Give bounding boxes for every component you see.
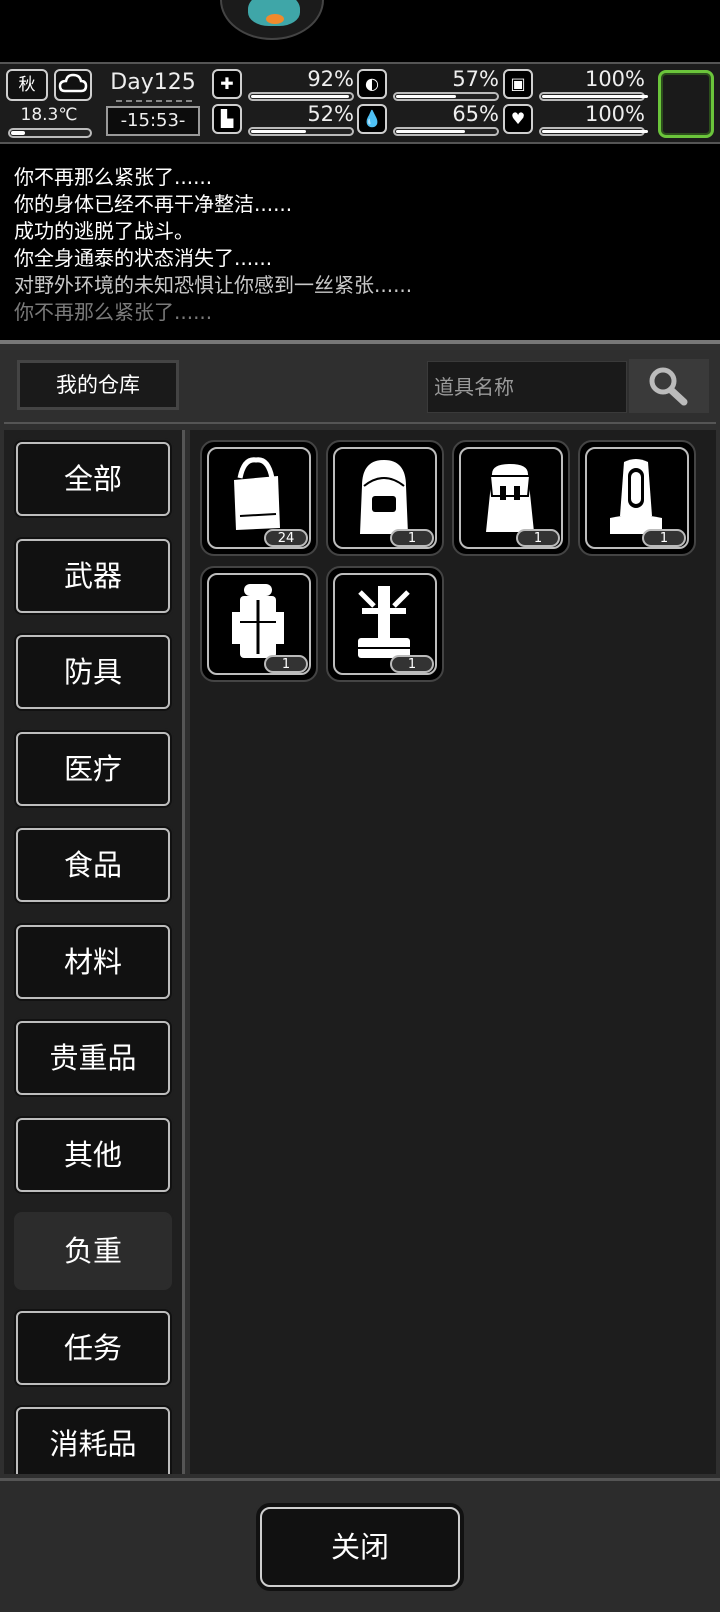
time-display: -15:53- [106,100,200,136]
stat-value: 100% [584,102,645,126]
category-button[interactable]: 全部 [12,438,174,520]
pill-icon: ▣ [503,69,533,99]
temperature-bar [8,128,92,138]
stat-bar [539,92,648,101]
character-avatar-icon[interactable] [220,0,324,40]
stat-pill: ▣ 100% [503,67,648,103]
stat-bar [248,127,354,136]
log-line: 你不再那么紧张了...... [14,165,213,189]
stat-value: 92% [307,67,354,91]
stat-value: 52% [307,102,354,126]
item-slot[interactable]: 1 [452,440,570,556]
storage-header: 我的仓库 [4,348,716,424]
stat-water-drop: 💧 65% [357,102,499,138]
season-icon: 秋 [6,69,48,101]
item-slot[interactable]: 1 [200,566,318,682]
log-line: 你的身体已经不再干净整洁...... [14,192,293,216]
search-icon [649,367,688,406]
item-count-badge: 1 [390,655,434,673]
stat-heart: ♥ 100% [503,102,648,138]
stat-bar [539,127,648,136]
boot-icon: ▙ [212,104,242,134]
category-button[interactable]: 防具 [12,631,174,713]
category-button[interactable]: 医疗 [12,727,174,810]
item-count-badge: 1 [264,655,308,673]
storage-panel: 我的仓库 全部武器防具医疗食品材料贵重品其他负重任务消耗品 24 1 1 1 1 1 [0,340,720,1478]
category-button[interactable]: 贵重品 [12,1017,174,1099]
message-log: 你不再那么紧张了...... 你的身体已经不再干净整洁...... 成功的逃脱了战斗… [0,146,720,340]
category-button[interactable]: 负重 [12,1210,174,1292]
stat-boot: ▙ 52% [212,102,354,138]
temperature-label: 18.3℃ [20,105,78,125]
item-search-input[interactable] [427,361,627,413]
category-button[interactable]: 任务 [12,1306,174,1389]
stomach-icon: ◐ [357,69,387,99]
stat-bar [393,127,499,136]
close-button[interactable]: 关闭 [254,1501,466,1593]
status-effect-slot[interactable] [658,70,714,138]
search-button[interactable] [629,359,709,413]
item-slot[interactable]: 1 [326,440,444,556]
heart-icon: ♥ [503,104,533,134]
item-count-badge: 24 [264,529,308,547]
cloud-icon [54,69,92,101]
item-grid: 24 1 1 1 1 1 [190,430,716,1474]
top-strip [0,0,720,62]
category-button[interactable]: 消耗品 [12,1403,174,1474]
item-count-badge: 1 [390,529,434,547]
stat-bar [393,92,499,101]
item-slot[interactable]: 1 [326,566,444,682]
day-counter: Day125 [110,70,196,95]
item-count-badge: 1 [516,529,560,547]
item-count-badge: 1 [642,529,686,547]
stat-value: 57% [452,67,499,91]
item-slot[interactable]: 24 [200,440,318,556]
log-line: 你不再那么紧张了...... [14,300,213,324]
log-line: 成功的逃脱了战斗。 [14,219,194,243]
category-button[interactable]: 其他 [12,1113,174,1196]
category-button[interactable]: 食品 [12,824,174,906]
stat-value: 100% [584,67,645,91]
stat-stomach: ◐ 57% [357,67,499,103]
time-label: -15:53- [120,110,186,131]
log-line: 对野外环境的未知恐惧让你感到一丝紧张...... [14,273,413,297]
medkit-icon: ✚ [212,69,242,99]
stat-medkit: ✚ 92% [212,67,354,103]
stat-bar [248,92,354,101]
stat-value: 65% [452,102,499,126]
status-bar: 秋 18.3℃ Day125 -15:53- ✚ 92% ◐ 57% ▣ 100% ▙ 52%… [0,62,720,144]
category-list[interactable]: 全部武器防具医疗食品材料贵重品其他负重任务消耗品 [4,430,185,1474]
category-button[interactable]: 武器 [12,534,174,617]
category-button[interactable]: 材料 [12,920,174,1003]
footer: 关闭 [0,1478,720,1612]
item-slot[interactable]: 1 [578,440,696,556]
water-drop-icon: 💧 [357,104,387,134]
storage-title: 我的仓库 [17,360,179,410]
log-line: 你全身通泰的状态消失了...... [14,246,273,270]
